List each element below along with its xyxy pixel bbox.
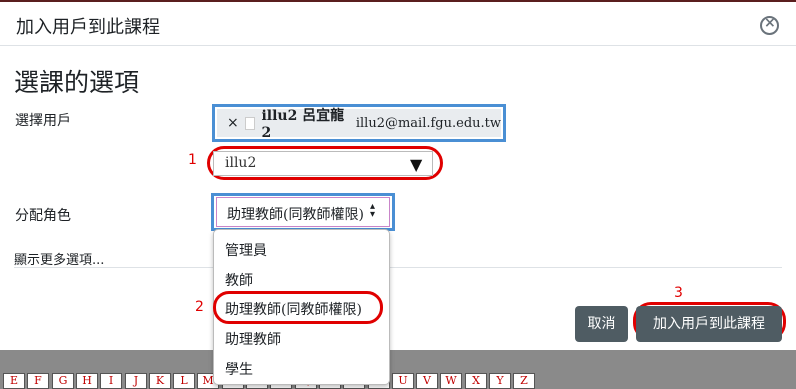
show-more-options-link[interactable]: 顯示更多選項... <box>14 249 104 268</box>
initial-letter[interactable]: Z <box>513 373 535 389</box>
selected-user-chip-highlight: × illu2 呂宜龍2 illu2@mail.fgu.edu.tw <box>212 104 506 142</box>
select-users-label: 選擇用戶 <box>15 113 71 129</box>
initial-letter[interactable]: G <box>52 373 74 389</box>
initial-letter[interactable]: J <box>125 373 147 389</box>
remove-user-icon[interactable]: × <box>227 115 239 131</box>
role-option-student[interactable]: 學生 <box>225 359 253 379</box>
initial-letter[interactable]: K <box>149 373 171 389</box>
user-search-input[interactable]: illu2 <box>213 151 433 176</box>
add-users-button[interactable]: 加入用戶到此課程 <box>636 306 782 342</box>
role-option-manager[interactable]: 管理員 <box>225 240 267 260</box>
annotation-number-1: 1 <box>188 152 197 168</box>
initial-letter[interactable]: L <box>173 373 195 389</box>
initial-letter[interactable]: E <box>3 373 25 389</box>
select-caret-icon: ▴ ▾ <box>370 201 376 220</box>
initial-letter[interactable]: F <box>27 373 49 389</box>
initial-letter[interactable]: U <box>392 373 414 389</box>
initial-letter[interactable]: H <box>76 373 98 389</box>
section-heading: 選課的選項 <box>14 68 140 97</box>
divider <box>14 267 782 268</box>
initial-letter[interactable]: I <box>100 373 122 389</box>
chip-user-email: illu2@mail.fgu.edu.tw <box>355 115 501 131</box>
user-avatar <box>244 116 256 130</box>
dropdown-arrow-icon[interactable]: ▼ <box>410 155 422 174</box>
close-button[interactable]: × <box>760 15 779 35</box>
modal-header: 加入用戶到此課程 × <box>0 2 796 46</box>
annotation-number-2: 2 <box>195 299 204 315</box>
modal-title: 加入用戶到此課程 <box>16 17 160 38</box>
initials-letter-bar: EFGHIJKLMNOPQRSTUVWXYZ <box>0 373 796 389</box>
annotation-number-3: 3 <box>674 285 683 301</box>
initial-letter[interactable]: X <box>465 373 487 389</box>
initial-letter[interactable]: V <box>416 373 438 389</box>
initial-letter[interactable]: Y <box>489 373 511 389</box>
annotation-circle-role-option <box>213 291 383 324</box>
role-select[interactable]: 助理教師(同教師權限) <box>216 197 390 227</box>
role-select-value: 助理教師(同教師權限) <box>227 207 364 223</box>
role-option-assistant[interactable]: 助理教師 <box>225 329 281 349</box>
chip-user-name: illu2 呂宜龍2 <box>261 108 345 141</box>
cancel-button[interactable]: 取消 <box>575 306 628 342</box>
initial-letter[interactable]: W <box>440 373 462 389</box>
close-icon: × <box>764 15 776 31</box>
assign-role-label: 分配角色 <box>15 208 71 224</box>
selected-user-chip: × illu2 呂宜龍2 illu2@mail.fgu.edu.tw <box>217 108 501 141</box>
role-option-teacher[interactable]: 教師 <box>225 270 253 290</box>
